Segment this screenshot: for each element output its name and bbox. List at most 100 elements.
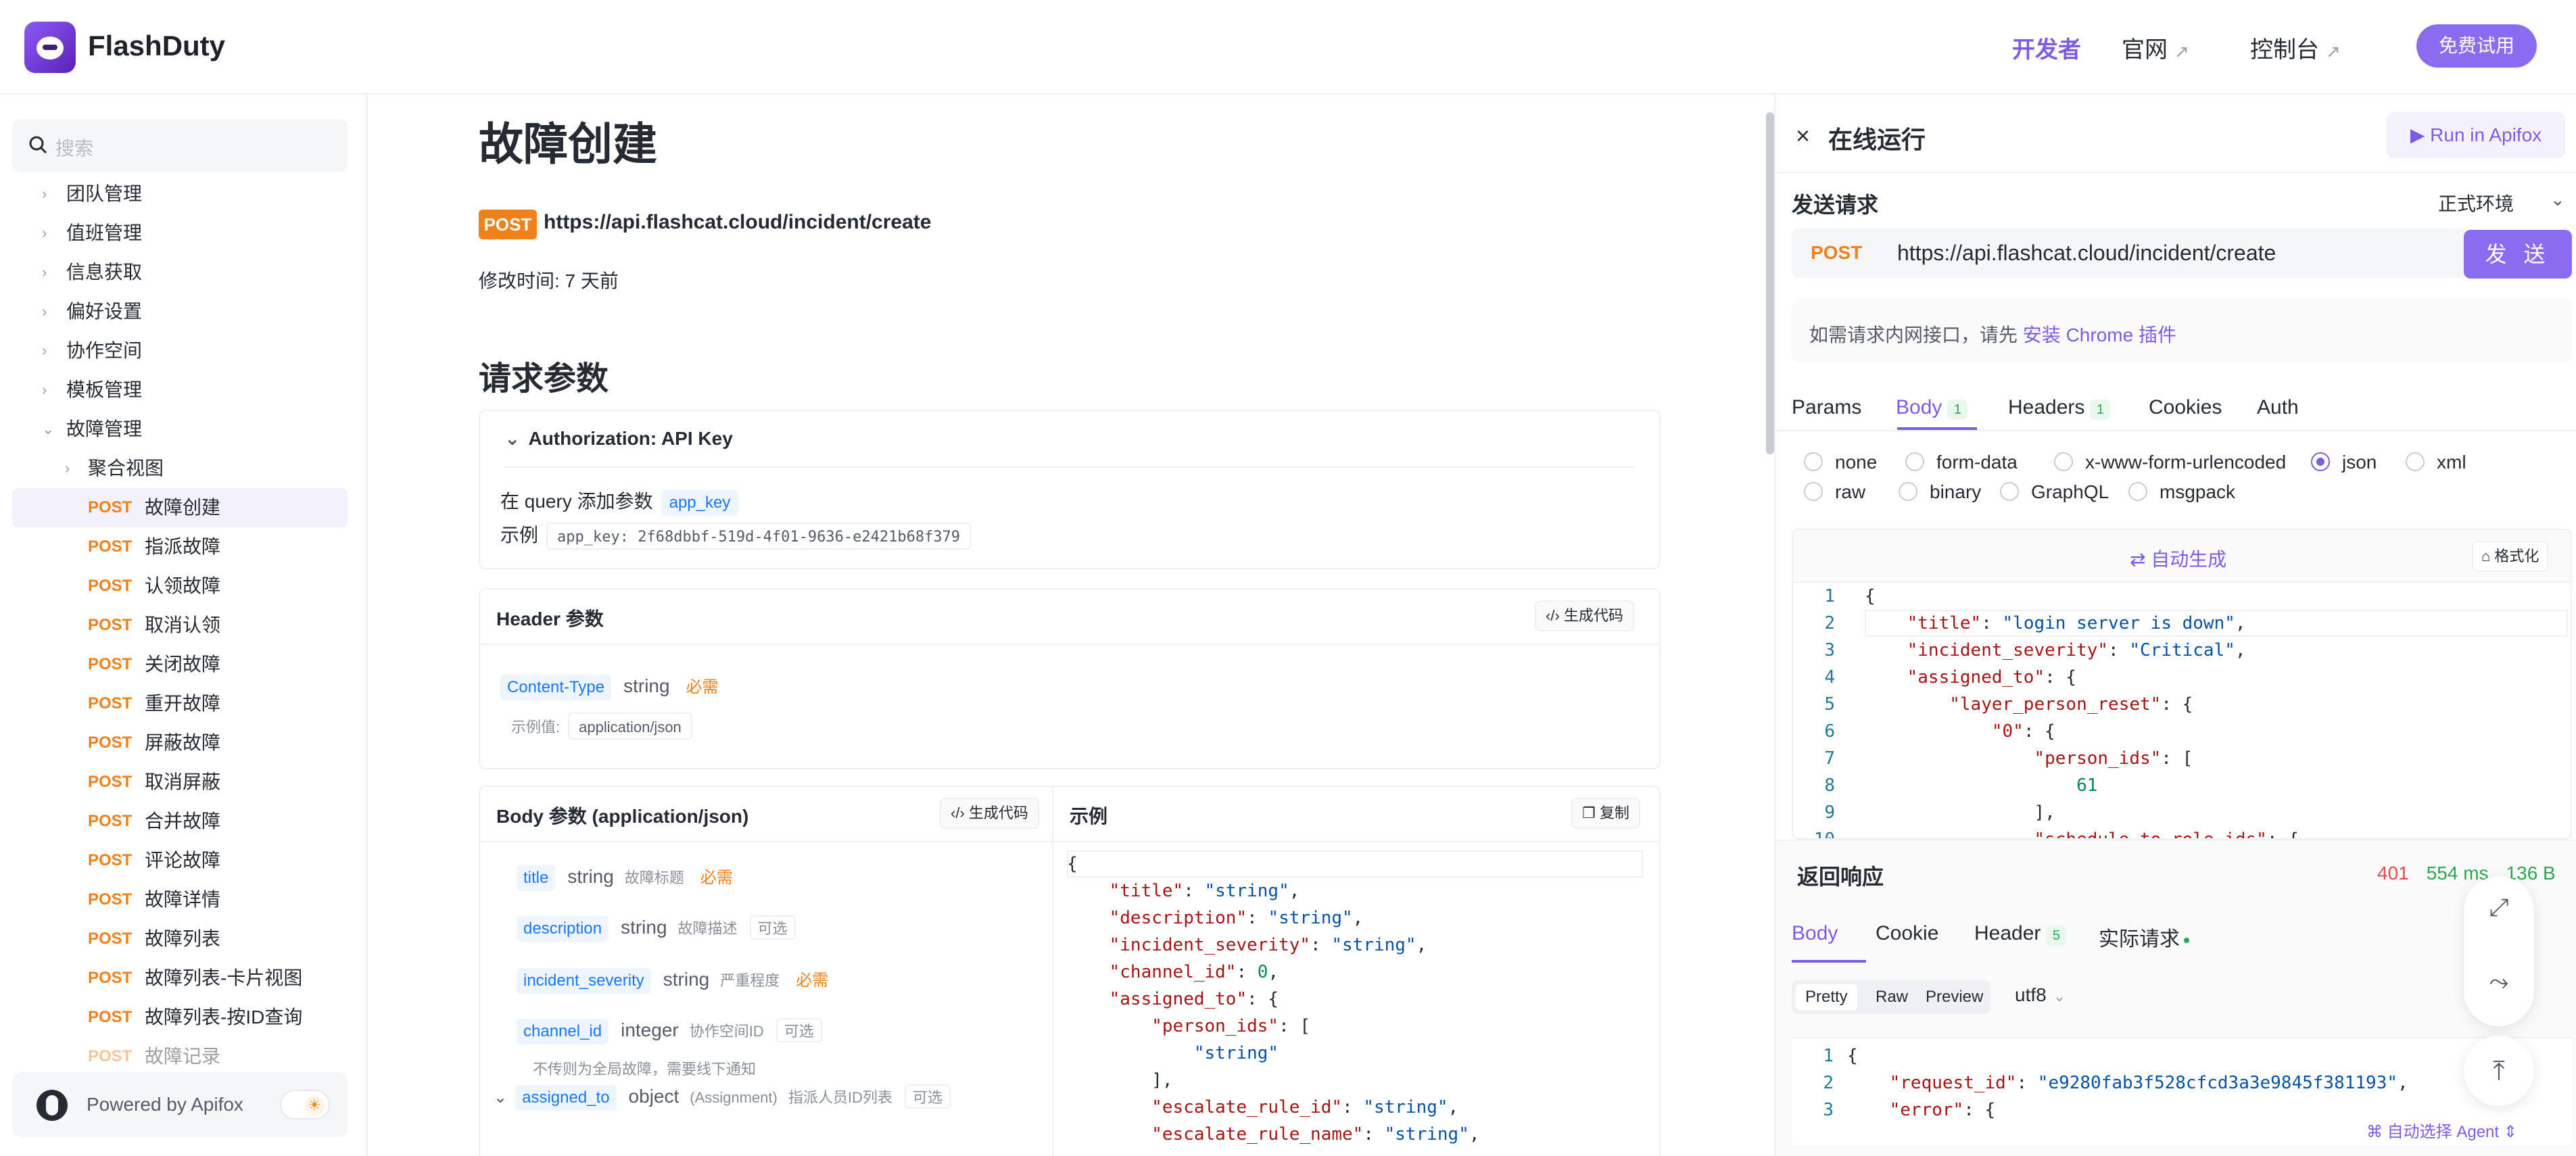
radio-form-data[interactable]: form-data [1905,452,2018,473]
endpoint-item[interactable]: POST 合并故障 [12,802,348,841]
radio-msgpack[interactable]: msgpack [2128,481,2235,503]
run-in-apifox-button[interactable]: ▶ Run in Apifox [2387,112,2565,158]
agent-select[interactable]: ⌘ 自动选择 Agent ⇕ [2366,1118,2517,1142]
radio-xml[interactable]: xml [2406,452,2466,473]
folder-info[interactable]: › 信息获取 [12,253,348,292]
endpoint-item[interactable]: POST 评论故障 [12,841,348,880]
external-link-icon: ↗ [2174,41,2189,62]
folder-templates[interactable]: › 模板管理 [12,370,348,410]
endpoint-item[interactable]: POST 故障列表-按ID查询 [12,998,348,1037]
radio-binary[interactable]: binary [1899,481,1981,503]
nav-developer[interactable]: 开发者 [2012,31,2081,64]
install-plugin-link[interactable]: 安装 Chrome 插件 [2023,324,2176,345]
endpoint-item[interactable]: POST 取消认领 [12,606,348,645]
radio-graphql[interactable]: GraphQL [2000,481,2109,503]
endpoint-item[interactable]: POST 取消屏蔽 [12,763,348,802]
back-to-top-button[interactable]: ⤒ [2464,1036,2534,1106]
folder-channels[interactable]: › 协作空间 [12,331,348,370]
share-icon[interactable]: ⤳ [2484,967,2514,996]
radio-dot [2128,481,2147,501]
powered-by-apifox[interactable]: Powered by Apifox ☀ [12,1072,348,1137]
count-badge: 1 [2090,400,2111,420]
tab-headers[interactable]: Headers 1 [2008,396,2111,420]
radio-none[interactable]: none [1804,452,1877,473]
request-method[interactable]: POST [1811,242,1862,264]
view-raw[interactable]: Raw [1866,984,1917,1010]
free-trial-button[interactable]: 免费试用 [2416,24,2537,68]
endpoint-item[interactable]: POST 故障详情 [12,880,348,919]
endpoint-item[interactable]: POST 故障记录 [12,1037,348,1067]
folder-preferences[interactable]: › 偏好设置 [12,292,348,331]
param-type: object [628,1086,679,1107]
search-input[interactable]: 搜索 [12,119,348,172]
tab-params[interactable]: Params [1792,396,1861,419]
view-pretty[interactable]: Pretty [1796,984,1857,1010]
tab-cookies[interactable]: Cookies [2149,396,2222,419]
code-icon: ‹/› [951,804,965,821]
generate-code-button[interactable]: ‹/› 生成代码 [940,798,1039,829]
endpoint-item[interactable]: POST 故障列表-卡片视图 [12,959,348,998]
body-param-row: title string 故障标题 必需 [517,864,733,891]
theme-toggle[interactable]: ☀ [280,1090,330,1119]
endpoint-item[interactable]: POST 屏蔽故障 [12,723,348,763]
request-body-editor[interactable]: ⇄ 自动生成 ⌂ 格式化 1 2 3 4 5 6 7 8 9 10 { "title": "log… [1792,529,2572,840]
environment-select[interactable]: 正式环境 [2438,189,2514,216]
copy-label: 复制 [1599,804,1629,821]
folder-team[interactable]: › 团队管理 [12,174,348,214]
resp-tab-header[interactable]: Header 5 [1974,922,2067,946]
method-label: POST [88,851,133,869]
auth-toggle[interactable]: ⌄ Authorization: API Key [504,427,733,450]
main-scrollbar[interactable] [1766,112,1774,454]
example-code-block[interactable]: { "title": "string", "description": "str… [1067,850,1648,1156]
close-icon[interactable]: × [1796,122,1810,150]
flashduty-logo[interactable] [24,22,76,73]
encoding-value: utf8 [2015,984,2047,1005]
auto-generate-button[interactable]: ⇄ 自动生成 [2130,545,2226,572]
radio-label: GraphQL [2031,481,2109,502]
auth-example-label: 示例 [500,525,539,546]
nav-official-site[interactable]: 官网 ↗ [2122,31,2189,64]
endpoint-item[interactable]: POST 关闭故障 [12,645,348,684]
header-params-title: Header 参数 [496,608,604,629]
endpoint-item[interactable]: POST 重开故障 [12,684,348,723]
format-icon: ⌂ [2481,548,2491,564]
tab-label: Body [1896,396,1942,418]
endpoint-incident-create[interactable]: POST 故障创建 [12,488,348,527]
resp-tab-body[interactable]: Body [1792,922,1838,945]
endpoint-item[interactable]: POST 指派故障 [12,527,348,567]
tab-auth[interactable]: Auth [2257,396,2299,419]
method-label: POST [88,733,133,752]
encoding-select[interactable]: utf8 ⌄ [2015,984,2066,1006]
generate-code-button[interactable]: ‹/› 生成代码 [1535,600,1634,631]
radio-json[interactable]: json [2311,452,2377,473]
folder-oncall[interactable]: › 值班管理 [12,214,348,253]
external-link-icon: ↗ [2326,41,2341,62]
request-params-heading: 请求参数 [479,361,609,397]
folder-incidents[interactable]: ⌄ 故障管理 [12,410,348,449]
brand-name[interactable]: FlashDuty [88,30,225,62]
method-label: POST [88,930,133,948]
copy-button[interactable]: ❐ 复制 [1571,798,1640,829]
view-preview[interactable]: Preview [1916,984,1993,1010]
tab-body[interactable]: Body 1 [1896,396,1968,420]
endpoint-item[interactable]: POST 故障列表 [12,919,348,959]
param-type: integer [621,1019,679,1040]
nav-console[interactable]: 控制台 ↗ [2250,31,2341,64]
body-param-row[interactable]: ⌄ assigned_to object (Assignment) 指派人员ID列表 可选 [494,1084,951,1111]
expand-icon[interactable]: ⤢ [2484,892,2514,922]
send-button[interactable]: 发 送 [2464,230,2572,279]
radio-x-www-form-urlencoded[interactable]: x-www-form-urlencoded [2054,452,2286,473]
chevron-down-icon[interactable]: ⌄ [2550,189,2565,210]
resp-tab-cookie[interactable]: Cookie [1876,922,1938,945]
format-button[interactable]: ⌂ 格式化 [2472,541,2549,572]
radio-dot [1804,481,1823,501]
request-body-code[interactable]: { "title": "login server is down", "inci… [1865,583,2568,838]
radio-raw[interactable]: raw [1804,481,1865,503]
endpoint-item[interactable]: POST 认领故障 [12,567,348,606]
radio-dot [2054,452,2073,471]
method-label: POST [88,655,133,673]
resp-tab-actual-request[interactable]: 实际请求 [2099,922,2189,952]
folder-aggregate-view[interactable]: › 聚合视图 [12,449,348,488]
api-url[interactable]: https://api.flashcat.cloud/incident/crea… [544,211,931,234]
request-url-input[interactable]: POST https://api.flashcat.cloud/incident… [1792,228,2465,279]
